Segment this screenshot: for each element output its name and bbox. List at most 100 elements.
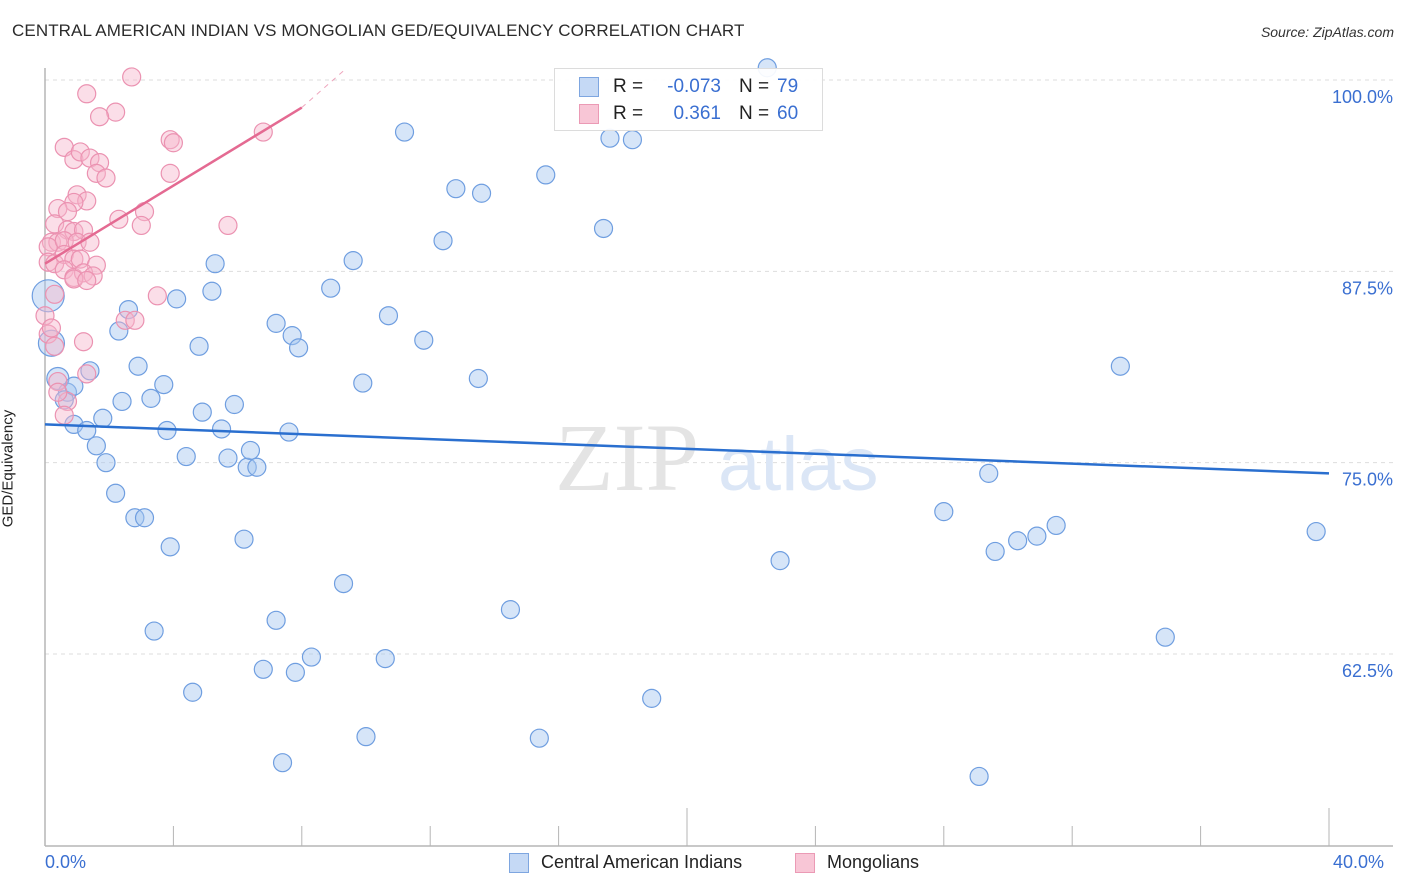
data-point-central-american-indians (279, 422, 299, 442)
data-point-central-american-indians (288, 338, 309, 358)
data-point-central-american-indians (356, 727, 376, 747)
series-legend: Central American Indians Mongolians (0, 852, 1406, 878)
watermark-atlas: atlas (718, 422, 879, 507)
data-point-central-american-indians (934, 502, 954, 522)
legend-item-mongolians[interactable]: Mongolians (795, 852, 919, 873)
legend-row-central-american-indians: R = -0.073 N = 79 (579, 75, 798, 99)
data-point-central-american-indians (154, 375, 174, 395)
data-point-central-american-indians (192, 402, 212, 422)
series-mongolians (35, 67, 273, 425)
data-point-central-american-indians (343, 251, 363, 271)
data-point-mongolians (77, 270, 97, 291)
legend-item-central-american-indians[interactable]: Central American Indians (509, 852, 742, 873)
data-point-central-american-indians (468, 368, 488, 389)
data-point-mongolians (131, 215, 151, 236)
data-point-mongolians (89, 107, 110, 127)
data-point-central-american-indians (93, 408, 113, 428)
data-point-central-american-indians (205, 254, 225, 274)
data-point-central-american-indians (218, 448, 238, 468)
data-point-central-american-indians (183, 682, 203, 702)
legend-swatch-blue (579, 77, 599, 97)
watermark: ZIP atlas (555, 404, 879, 511)
y-axis-label: GED/Equivalency (0, 409, 17, 528)
scatter-plot: ZIP atlas 100.0% 87.5% 75.0% 62.5% (31, 58, 1393, 847)
data-point-central-american-indians (224, 394, 244, 415)
data-point-central-american-indians (301, 647, 322, 667)
data-point-central-american-indians (176, 446, 196, 467)
data-point-central-american-indians (1046, 515, 1066, 536)
legend-n-label: N = (739, 103, 770, 124)
y-tick-label: 62.5% (1342, 661, 1393, 681)
data-point-central-american-indians (272, 753, 293, 773)
data-point-central-american-indians (234, 529, 254, 549)
data-point-central-american-indians (160, 537, 180, 557)
legend-label: Central American Indians (541, 852, 743, 872)
data-point-central-american-indians (266, 313, 286, 333)
data-point-central-american-indians (128, 356, 148, 376)
legend-r-label: R = (613, 103, 644, 124)
data-point-central-american-indians (414, 330, 434, 350)
data-point-central-american-indians (593, 218, 614, 239)
data-point-central-american-indians (112, 391, 132, 412)
data-point-central-american-indians (979, 463, 999, 483)
data-point-central-american-indians (321, 278, 341, 298)
data-point-central-american-indians (86, 436, 106, 456)
legend-swatch-pink (795, 852, 815, 873)
data-point-central-american-indians (1306, 521, 1326, 542)
data-point-central-american-indians (446, 179, 466, 199)
legend-label: Mongolians (827, 852, 920, 872)
data-point-central-american-indians (266, 610, 286, 630)
data-point-mongolians (45, 284, 65, 304)
data-point-central-american-indians (770, 551, 790, 571)
data-point-central-american-indians (500, 600, 521, 620)
data-point-central-american-indians (378, 306, 399, 326)
data-point-mongolians (163, 133, 183, 153)
y-tick-label: 75.0% (1342, 470, 1393, 490)
data-point-mongolians (147, 286, 167, 306)
legend-n-label: N = (739, 76, 770, 97)
data-point-central-american-indians (529, 728, 549, 748)
data-point-mongolians (48, 382, 68, 402)
legend-r-value: 0.361 (673, 103, 721, 124)
legend-swatch-pink (579, 104, 599, 124)
stats-legend: R = -0.073 N = 79 R = 0.361 N = 60 (554, 68, 823, 131)
y-tick-label: 87.5% (1342, 278, 1393, 298)
data-point-central-american-indians (96, 453, 116, 473)
grid-lines (45, 79, 1393, 655)
data-point-central-american-indians (77, 420, 97, 441)
data-point-mongolians (45, 336, 65, 356)
data-point-mongolians (160, 163, 180, 183)
data-point-central-american-indians (394, 122, 415, 142)
watermark-zip: ZIP (555, 404, 699, 511)
data-point-mongolians (106, 102, 126, 122)
data-point-central-american-indians (1027, 526, 1047, 546)
legend-row-mongolians: R = 0.361 N = 60 (579, 102, 798, 126)
data-point-central-american-indians (600, 128, 620, 148)
data-point-central-american-indians (622, 130, 643, 150)
data-point-central-american-indians (211, 419, 232, 439)
data-point-central-american-indians (167, 289, 187, 309)
legend-n-value: 60 (777, 103, 799, 124)
data-point-mongolians (125, 310, 145, 330)
legend-r-label: R = (613, 76, 644, 97)
data-point-mongolians (77, 364, 97, 384)
data-point-mongolians (122, 67, 142, 87)
data-point-central-american-indians (285, 662, 305, 682)
data-point-mongolians (77, 84, 97, 104)
data-point-mongolians (73, 332, 94, 352)
data-point-central-american-indians (1155, 627, 1175, 647)
data-point-central-american-indians (189, 336, 209, 356)
data-point-central-american-indians (471, 183, 492, 203)
data-point-central-american-indians (353, 373, 373, 393)
data-point-central-american-indians (536, 165, 556, 185)
data-point-central-american-indians (144, 621, 164, 641)
data-point-central-american-indians (253, 659, 273, 679)
data-point-mongolians (54, 405, 74, 425)
trend-line-mongolians-extension (301, 70, 344, 108)
data-point-central-american-indians (969, 766, 989, 787)
data-point-central-american-indians (433, 231, 453, 251)
data-point-central-american-indians (333, 573, 354, 594)
data-point-central-american-indians (202, 281, 222, 301)
data-point-central-american-indians (240, 440, 261, 461)
legend-n-value: 79 (777, 76, 799, 97)
